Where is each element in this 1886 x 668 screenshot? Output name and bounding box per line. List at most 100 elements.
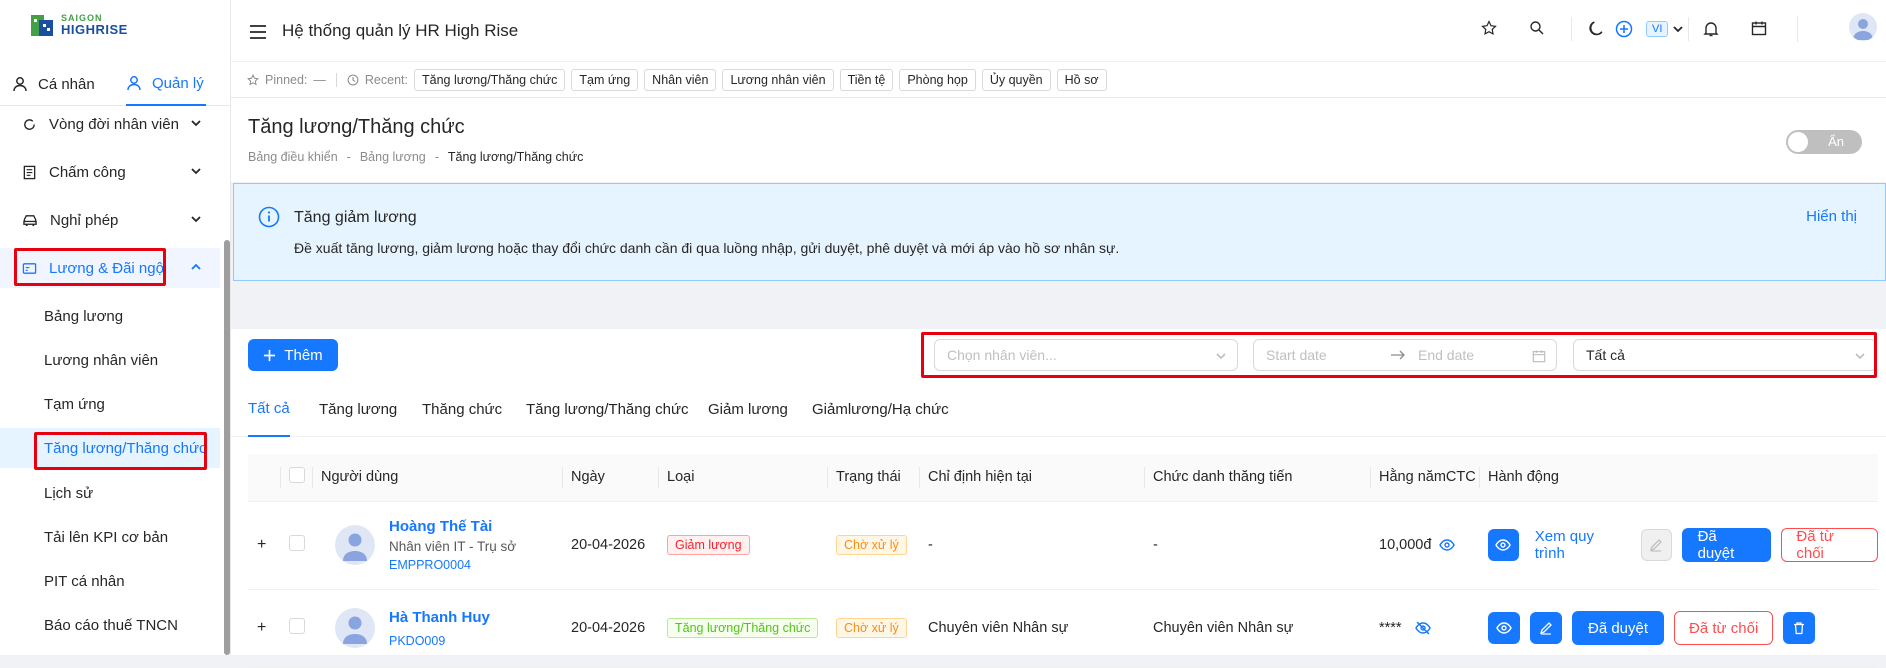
employee-name-link[interactable]: Hoàng Thế Tài xyxy=(389,518,516,535)
sidebar-item-advance[interactable]: Tạm ứng xyxy=(0,384,220,424)
recent-chip[interactable]: Lương nhân viên xyxy=(722,68,834,91)
add-circle-icon[interactable] xyxy=(1615,20,1633,41)
sidebar: SAIGON HIGHRISE Cá nhân Quản lý Vòng đời… xyxy=(0,0,231,655)
employee-code: EMPPRO0004 xyxy=(389,558,471,572)
sidebar-group-leave[interactable]: Nghỉ phép xyxy=(0,200,220,240)
sidebar-item-history[interactable]: Lịch sử xyxy=(0,473,220,513)
moon-icon[interactable] xyxy=(1588,20,1605,40)
sidebar-group-payroll[interactable]: Lương & Đãi ngộ xyxy=(0,248,220,288)
chevron-down-icon xyxy=(191,216,201,223)
recent-chip[interactable]: Hồ sơ xyxy=(1056,68,1107,91)
expand-cell[interactable]: + xyxy=(248,501,280,590)
topbar: Hệ thống quản lý HR High Rise VI xyxy=(231,0,1886,62)
arrow-right-icon xyxy=(1391,350,1405,360)
user-icon xyxy=(127,76,141,91)
sidebar-scrollbar[interactable] xyxy=(224,240,230,655)
employee-select[interactable]: Chọn nhân viên... xyxy=(934,339,1238,371)
sidebar-item-raise-promotion[interactable]: Tăng lương/Thăng chức xyxy=(0,428,220,468)
breadcrumb-item[interactable]: Bảng điều khiển xyxy=(248,150,338,164)
start-date-input[interactable]: Start date xyxy=(1266,347,1378,363)
hide-toggle[interactable]: Ẩn xyxy=(1786,130,1862,154)
expand-cell[interactable]: + xyxy=(248,589,280,668)
status-select[interactable]: Tất cả xyxy=(1573,339,1877,371)
end-date-input[interactable]: End date xyxy=(1418,347,1474,363)
sidebar-item-employee-salary[interactable]: Lương nhân viên xyxy=(0,340,220,380)
edit-button-disabled[interactable] xyxy=(1640,529,1672,561)
star-icon[interactable] xyxy=(1481,20,1497,39)
recent-chip[interactable]: Ủy quyền xyxy=(981,68,1051,91)
pinned-label: Pinned: xyxy=(265,72,308,87)
mode-tab-personal[interactable]: Cá nhân xyxy=(12,62,95,106)
sidebar-group-attendance[interactable]: Chấm công xyxy=(0,152,220,192)
app-title: Hệ thống quản lý HR High Rise xyxy=(282,21,519,40)
tab-decrease[interactable]: Giảm lương xyxy=(708,381,788,437)
status-select-value: Tất cả xyxy=(1586,347,1625,363)
bell-icon[interactable] xyxy=(1703,21,1719,40)
sidebar-group-label: Lương & Đãi ngộ xyxy=(49,259,164,277)
sidebar-item-payroll-table[interactable]: Bảng lương xyxy=(0,296,220,336)
row-checkbox[interactable] xyxy=(289,535,305,551)
recent-chip[interactable]: Tạm ứng xyxy=(571,68,639,91)
status-tag: Chờ xử lý xyxy=(836,618,907,638)
status-tag: Chờ xử lý xyxy=(836,535,907,555)
view-button[interactable] xyxy=(1488,529,1519,561)
avatar xyxy=(335,608,375,648)
tab-raise[interactable]: Tăng lương xyxy=(319,381,397,437)
recent-chip[interactable]: Tăng lương/Thăng chức xyxy=(414,68,566,91)
sidebar-item-label: Tải lên KPI cơ bản xyxy=(44,528,169,546)
sidebar-item-tax-report[interactable]: Báo cáo thuế TNCN xyxy=(0,605,220,645)
logo[interactable]: SAIGON HIGHRISE xyxy=(30,12,128,38)
sidebar-item-kpi-upload[interactable]: Tải lên KPI cơ bản xyxy=(0,517,220,557)
view-flow-link[interactable]: Xem quy trình xyxy=(1535,528,1625,562)
row-checkbox[interactable] xyxy=(289,618,305,634)
recent-chip[interactable]: Phòng họp xyxy=(899,68,976,91)
select-all-checkbox[interactable] xyxy=(289,467,305,484)
sidebar-group-lifecycle[interactable]: Vòng đời nhân viên xyxy=(0,104,220,144)
eye-off-icon[interactable] xyxy=(1414,621,1432,635)
breadcrumb-separator: - xyxy=(346,150,351,164)
tab-decrease-demotion[interactable]: Giảmlương/Hạ chức xyxy=(812,381,949,437)
sidebar-group-label: Nghỉ phép xyxy=(50,211,119,229)
tab-all[interactable]: Tất cả xyxy=(248,381,290,437)
recent-chip[interactable]: Nhân viên xyxy=(644,68,717,91)
info-alert: Tăng giảm lương Đề xuất tăng lương, giảm… xyxy=(233,183,1886,281)
calendar-icon[interactable] xyxy=(1751,20,1767,39)
search-icon[interactable] xyxy=(1529,20,1545,39)
language-badge: VI xyxy=(1646,21,1669,37)
edit-button[interactable] xyxy=(1530,612,1562,644)
sidebar-group-label: Chấm công xyxy=(49,163,126,181)
date-range-picker[interactable]: Start date End date xyxy=(1253,339,1557,371)
reject-button[interactable]: Đã từ chối xyxy=(1781,528,1879,562)
add-button[interactable]: Thêm xyxy=(248,339,338,371)
eye-icon[interactable] xyxy=(1439,539,1456,551)
view-button[interactable] xyxy=(1488,612,1520,644)
breadcrumb-item[interactable]: Bảng lương xyxy=(360,150,426,164)
chevron-up-icon xyxy=(191,263,201,270)
tab-raise-promotion[interactable]: Tăng lương/Thăng chức xyxy=(526,381,689,437)
recent-chip[interactable]: Tiền tệ xyxy=(839,68,894,91)
language-switcher[interactable]: VI xyxy=(1646,21,1684,37)
type-tag: Tăng lương/Thăng chức xyxy=(667,618,819,638)
menu-icon[interactable] xyxy=(249,24,267,43)
employee-select-placeholder: Chọn nhân viên... xyxy=(947,347,1057,363)
approve-button[interactable]: Đã duyệt xyxy=(1572,611,1665,645)
sidebar-item-label: Lương nhân viên xyxy=(44,351,159,369)
show-link[interactable]: Hiển thị xyxy=(1806,208,1857,225)
reject-button[interactable]: Đã từ chối xyxy=(1674,611,1774,645)
logo-line2: HIGHRISE xyxy=(61,22,128,37)
delete-button[interactable] xyxy=(1783,612,1816,644)
clock-icon xyxy=(347,74,359,85)
employee-code: PKDO009 xyxy=(389,633,446,648)
avatar[interactable] xyxy=(1849,13,1877,41)
column-header: Người dùng xyxy=(312,454,562,502)
edit-icon xyxy=(1650,539,1663,552)
column-header: Trạng thái xyxy=(827,454,919,502)
approve-button[interactable]: Đã duyệt xyxy=(1681,528,1772,562)
sidebar-item-pit[interactable]: PIT cá nhân xyxy=(0,561,220,601)
promoted-title-cell: Chuyên viên Nhân sự xyxy=(1144,589,1370,668)
column-header: Loại xyxy=(658,454,827,502)
mode-tab-manage[interactable]: Quản lý xyxy=(126,62,206,106)
breadcrumb-separator: - xyxy=(434,150,439,164)
tab-promotion[interactable]: Thăng chức xyxy=(422,381,502,437)
employee-name-link[interactable]: Hà Thanh Huy xyxy=(389,609,490,626)
